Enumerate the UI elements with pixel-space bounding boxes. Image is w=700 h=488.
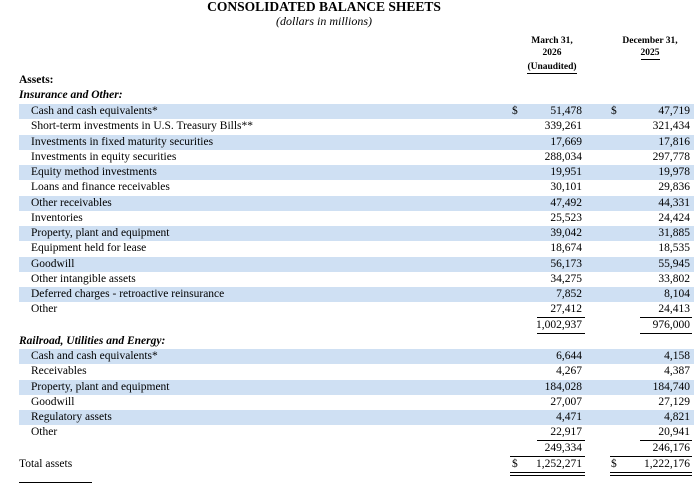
value-prior: 55,945	[658, 257, 690, 270]
value-current: 18,674	[550, 242, 582, 255]
value-prior: 24,424	[658, 211, 690, 224]
row-label: Investments in equity securities	[31, 150, 177, 163]
row-label: Other receivables	[31, 196, 112, 209]
row-label: Property, plant and equipment	[31, 380, 170, 393]
value-current: 27,412	[550, 303, 582, 316]
value-prior: 18,535	[658, 242, 690, 255]
column-current-unaudited: (Unaudited)	[527, 62, 577, 74]
row-label: Regulatory assets	[31, 411, 112, 423]
railroad-total-current: 249,334	[544, 442, 582, 455]
value-current: 34,275	[550, 272, 582, 285]
value-prior: 19,978	[658, 166, 690, 178]
column-prior-line2: 2025	[604, 47, 696, 60]
insurance-total-prior: 976,000	[652, 319, 690, 332]
value-prior: 47,719	[658, 105, 690, 117]
assets-heading: Assets:	[19, 74, 54, 86]
value-current: 17,669	[550, 135, 582, 148]
row-shading	[19, 256, 694, 272]
value-prior: 4,158	[664, 350, 690, 362]
value-prior: 8,104	[664, 288, 690, 300]
value-current: 7,852	[556, 288, 582, 300]
value-current: 288,034	[544, 150, 582, 163]
value-prior: 20,941	[658, 426, 690, 439]
row-label: Cash and cash equivalents*	[31, 105, 158, 117]
value-current: 27,007	[550, 395, 582, 408]
railroad-heading: Railroad, Utilities and Energy:	[19, 335, 166, 347]
title-text: CONSOLIDATED BALANCE SHEETS	[207, 0, 441, 14]
value-current: 339,261	[544, 120, 582, 133]
row-label: Loans and finance receivables	[31, 181, 170, 194]
row-label: Other	[31, 303, 58, 316]
row-label: Deferred charges - retroactive reinsuran…	[31, 288, 225, 300]
row-label: Equity method investments	[31, 166, 157, 178]
value-prior: 4,821	[664, 411, 690, 423]
value-current: 47,492	[550, 196, 582, 209]
column-header-current: March 31, 2026 (Unaudited)	[520, 36, 584, 74]
row-label: Short-term investments in U.S. Treasury …	[31, 120, 254, 133]
column-current-line3: (Unaudited)	[520, 62, 584, 74]
value-prior: 27,129	[658, 395, 690, 408]
railroad-total-prior: 246,176	[652, 442, 690, 455]
value-prior: 297,778	[652, 150, 690, 163]
value-prior: 4,387	[664, 365, 690, 378]
insurance-heading: Insurance and Other:	[19, 89, 123, 101]
value-current: 4,267	[556, 365, 582, 378]
page-subtitle: (dollars in millions)	[0, 14, 700, 28]
value-prior: 17,816	[658, 135, 690, 148]
row-label: Inventories	[31, 211, 83, 224]
currency-symbol: $	[512, 105, 518, 117]
value-current: 19,951	[550, 166, 582, 178]
row-label: Investments in fixed maturity securities	[31, 135, 214, 148]
total-assets-label: Total assets	[19, 458, 73, 471]
value-current: 184,028	[544, 380, 582, 393]
subtitle-text: (dollars in millions)	[275, 14, 372, 28]
footnote-divider	[19, 482, 92, 483]
double-rule-prior	[610, 472, 692, 477]
total-assets-current: 1,252,271	[536, 458, 582, 471]
column-current-line2: 2026	[542, 47, 562, 58]
row-label: Property, plant and equipment	[31, 227, 170, 239]
value-prior: 24,413	[658, 303, 690, 316]
row-label: Goodwill	[31, 257, 75, 270]
value-prior: 31,885	[658, 227, 690, 239]
column-header-prior: December 31, 2025	[604, 36, 696, 60]
row-shading	[19, 410, 694, 425]
row-label: Cash and cash equivalents*	[31, 350, 158, 362]
row-label: Equipment held for lease	[31, 242, 147, 255]
row-shading	[19, 195, 694, 211]
value-prior: 44,331	[658, 196, 690, 209]
value-current: 30,101	[550, 181, 582, 194]
total-rule-prior	[640, 333, 692, 335]
column-prior-year: 2025	[640, 47, 660, 60]
value-prior: 184,740	[652, 380, 690, 393]
total-rule-current	[537, 333, 585, 335]
page-title: CONSOLIDATED BALANCE SHEETS	[0, 0, 700, 14]
column-prior-line1: December 31,	[622, 36, 678, 46]
row-label: Receivables	[31, 365, 87, 378]
total-assets-prior: 1,222,176	[644, 458, 690, 471]
currency-symbol: $	[611, 105, 617, 117]
insurance-total-current: 1,002,937	[536, 319, 582, 332]
value-prior: 321,434	[652, 120, 690, 133]
value-current: 56,173	[550, 257, 582, 270]
row-label: Goodwill	[31, 395, 75, 408]
value-current: 22,917	[550, 426, 582, 439]
value-current: 6,644	[556, 350, 582, 362]
row-label: Other intangible assets	[31, 272, 136, 285]
row-label: Other	[31, 426, 58, 439]
column-current-line1: March 31,	[531, 36, 573, 46]
value-prior: 33,802	[658, 272, 690, 285]
double-rule-current	[510, 472, 585, 477]
value-prior: 29,836	[658, 181, 690, 194]
value-current: 39,042	[550, 227, 582, 239]
value-current: 4,471	[556, 411, 582, 423]
value-current: 25,523	[550, 211, 582, 224]
